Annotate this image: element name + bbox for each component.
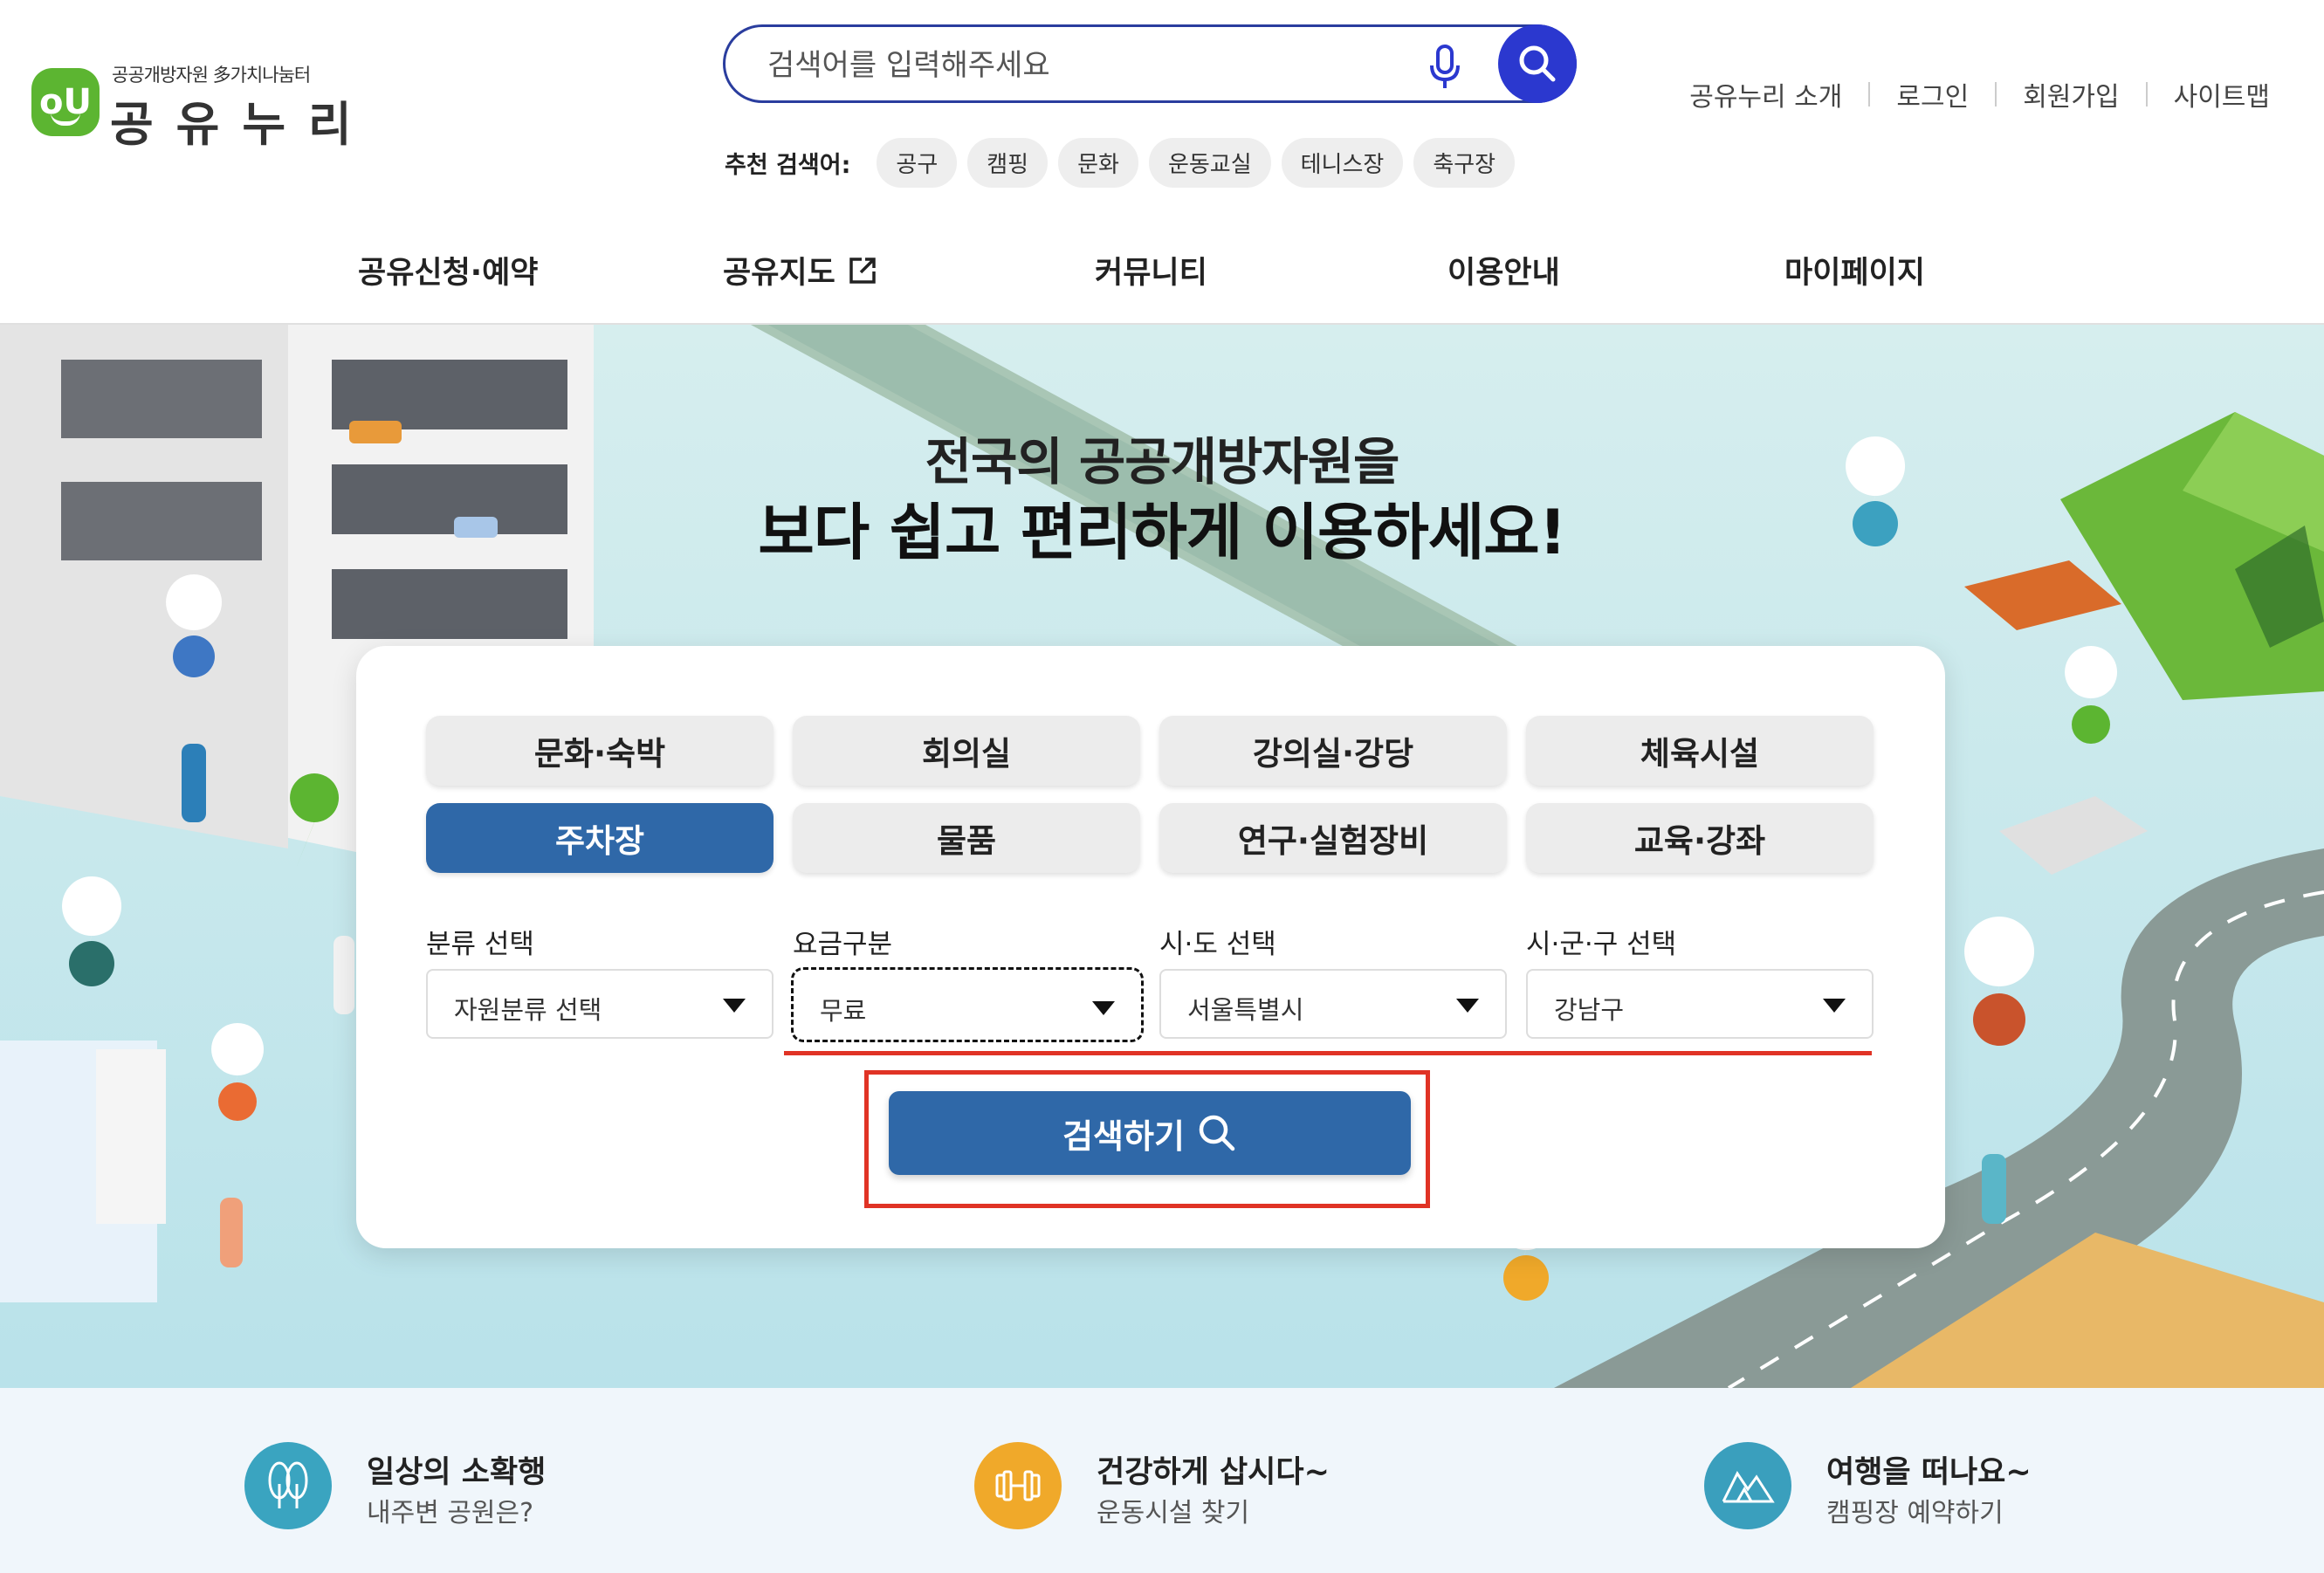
site-header: oU 공공개방자원 多가치나눔터 공유누리 추천 검색어: 공구 캠핑 문화 운… [0, 0, 2324, 211]
recommended-keywords: 추천 검색어: 공구 캠핑 문화 운동교실 테니스장 축구장 [725, 138, 1516, 188]
category-lecture-hall[interactable]: 강의실·강당 [1159, 716, 1507, 786]
search-bar [723, 24, 1577, 103]
nav-item-guide[interactable]: 이용안내 [1447, 248, 1560, 292]
logo-subtitle: 공공개방자원 多가치나눔터 [112, 65, 311, 86]
select-value: 서울특별시 [1187, 995, 1304, 1025]
quick-link-title: 건강하게 삽시다~ [1097, 1455, 1330, 1490]
chevron-down-icon [1823, 999, 1846, 1013]
microphone-icon[interactable] [1427, 45, 1462, 90]
nav-item-apply[interactable]: 공유신청·예약 [358, 248, 539, 292]
divider [1995, 82, 1997, 106]
select-value: 자원분류 선택 [454, 995, 602, 1025]
util-link-signup[interactable]: 회원가입 [2023, 75, 2119, 113]
category-goods[interactable]: 물품 [793, 803, 1140, 873]
site-logo[interactable]: oU 공공개방자원 多가치나눔터 공유누리 [31, 61, 352, 152]
category-culture-lodging[interactable]: 문화·숙박 [426, 716, 774, 786]
camping-icon [1704, 1442, 1791, 1529]
keyword-tag[interactable]: 캠핑 [967, 138, 1049, 188]
quick-links: 일상의 소확행 내주변 공원은? 건강하게 삽시다~ 운동시설 찾기 여행을 떠… [0, 1388, 2324, 1573]
divider [2145, 82, 2148, 106]
category-meeting-room[interactable]: 회의실 [793, 716, 1140, 786]
filter-label-district: 시·군·구 선택 [1526, 929, 1677, 960]
quick-link-subtitle: 운동시설 찾기 [1097, 1498, 1250, 1528]
search-icon [1199, 1115, 1235, 1151]
nav-label: 공유지도 [723, 256, 835, 291]
divider [1868, 82, 1871, 106]
search-input[interactable] [766, 43, 1398, 88]
quick-link-subtitle: 캠핑장 예약하기 [1826, 1498, 2004, 1528]
resource-type-select[interactable]: 자원분류 선택 [426, 969, 774, 1039]
external-link-icon [849, 257, 876, 284]
nav-item-community[interactable]: 커뮤니티 [1095, 248, 1207, 292]
dumbbell-icon [974, 1442, 1062, 1529]
filter-label-type: 분류 선택 [426, 929, 534, 960]
district-select[interactable]: 강남구 [1526, 969, 1874, 1039]
nav-label: 이용안내 [1447, 256, 1560, 291]
nav-label: 마이페이지 [1784, 256, 1926, 291]
search-submit-button[interactable]: 검색하기 [889, 1091, 1411, 1175]
nav-item-mypage[interactable]: 마이페이지 [1784, 248, 1925, 292]
category-sports-facility[interactable]: 체육시설 [1526, 716, 1874, 786]
nav-item-map[interactable]: 공유지도 [723, 248, 877, 292]
logo-name: 공유누리 [110, 97, 375, 152]
chevron-down-icon [723, 999, 746, 1013]
util-link-sitemap[interactable]: 사이트맵 [2174, 75, 2270, 113]
util-link-about[interactable]: 공유누리 소개 [1689, 75, 1842, 113]
category-parking[interactable]: 주차장 [426, 803, 774, 873]
util-link-login[interactable]: 로그인 [1896, 75, 1969, 113]
category-research-equipment[interactable]: 연구·실험장비 [1159, 803, 1507, 873]
select-value: 무료 [820, 996, 867, 1026]
hero-headline-line2: 보다 쉽고 편리하게 이용하세요! [758, 497, 1566, 568]
quick-link-title: 여행을 떠나요~ [1826, 1455, 2032, 1490]
keyword-tag[interactable]: 축구장 [1413, 138, 1516, 188]
quick-link-subtitle: 내주변 공원은? [367, 1498, 534, 1528]
nav-label: 공유신청·예약 [358, 256, 539, 291]
select-value: 강남구 [1554, 995, 1625, 1025]
main-nav: 공유신청·예약 공유지도 커뮤니티 이용안내 마이페이지 [0, 210, 2324, 325]
keyword-tag[interactable]: 테니스장 [1281, 138, 1404, 188]
chevron-down-icon [1456, 999, 1479, 1013]
nav-label: 커뮤니티 [1095, 256, 1207, 291]
keyword-tag[interactable]: 운동교실 [1148, 138, 1271, 188]
chevron-down-icon [1092, 1001, 1115, 1015]
category-education[interactable]: 교육·강좌 [1526, 803, 1874, 873]
search-button[interactable] [1498, 24, 1577, 103]
highlight-underline [784, 1051, 1872, 1055]
filter-label-fee: 요금구분 [793, 929, 893, 960]
keyword-tag[interactable]: 공구 [877, 138, 958, 188]
park-icon [244, 1442, 332, 1529]
utility-nav: 공유누리 소개 로그인 회원가입 사이트맵 [1689, 75, 2270, 113]
keyword-tag[interactable]: 문화 [1058, 138, 1138, 188]
quick-link-title: 일상의 소확행 [367, 1455, 547, 1490]
filter-label-province: 시·도 선택 [1159, 929, 1276, 960]
search-icon [1519, 45, 1556, 82]
fee-type-select[interactable]: 무료 [791, 967, 1144, 1042]
submit-label: 검색하기 [1062, 1116, 1185, 1156]
logo-mark-icon: oU [31, 68, 100, 136]
recommended-label: 추천 검색어: [725, 152, 851, 179]
province-select[interactable]: 서울특별시 [1159, 969, 1507, 1039]
